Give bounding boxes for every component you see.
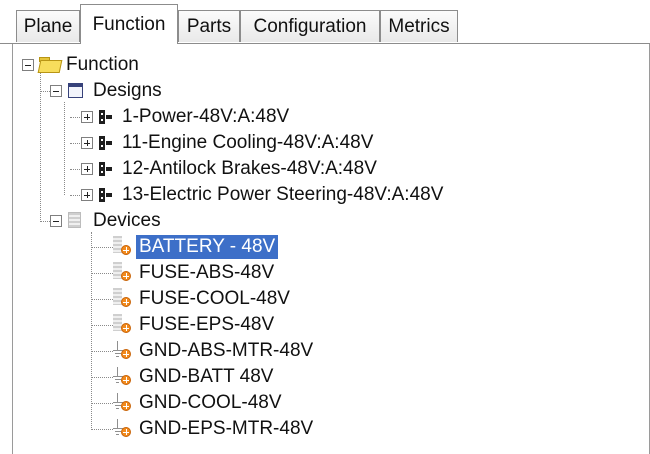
tree-node-design[interactable]: 12-Antilock Brakes-48V:A:48V — [119, 156, 380, 182]
fuse-device-icon — [113, 262, 131, 282]
tree-node-label: FUSE-COOL-48V — [139, 288, 290, 309]
tree-connector — [91, 325, 113, 326]
tree-node-design[interactable]: 1-Power-48V:A:48V — [119, 104, 292, 130]
expand-design-toggle[interactable] — [81, 163, 93, 175]
schematic-icon — [99, 110, 113, 124]
collapse-function-toggle[interactable] — [22, 59, 34, 71]
designs-icon — [68, 83, 83, 98]
ground-device-icon — [113, 366, 131, 386]
tree-node-function[interactable]: Function — [63, 52, 142, 78]
devices-icon — [68, 212, 81, 228]
tree-node-label: GND-ABS-MTR-48V — [139, 340, 314, 361]
tree-node-label: Designs — [93, 80, 162, 101]
tree-connector — [40, 72, 41, 222]
collapse-devices-toggle[interactable] — [50, 215, 62, 227]
collapse-designs-toggle[interactable] — [50, 85, 62, 97]
ground-device-icon — [113, 418, 131, 438]
tab-metrics[interactable]: Metrics — [380, 10, 458, 42]
ground-device-icon — [113, 340, 131, 360]
tree-connector — [64, 102, 65, 195]
tree-node-label: FUSE-EPS-48V — [139, 314, 275, 335]
tree-node-design[interactable]: 11-Engine Cooling-48V:A:48V — [119, 130, 376, 156]
tree-node-device[interactable]: GND-COOL-48V — [136, 390, 285, 416]
tree-node-label: Devices — [93, 210, 161, 231]
tree-connector — [91, 429, 113, 430]
tree-node-label: Function — [66, 54, 139, 75]
tree-node-device[interactable]: FUSE-ABS-48V — [136, 260, 277, 286]
tree-node-label: 11-Engine Cooling-48V:A:48V — [122, 132, 374, 153]
tab-function[interactable]: Function — [80, 4, 178, 44]
function-tree-panel: Function Designs 1-Power-48V:A:48V 11-En… — [12, 44, 650, 454]
tree-node-designs[interactable]: Designs — [90, 78, 165, 104]
tree-connector — [91, 247, 113, 248]
tree-node-device[interactable]: FUSE-COOL-48V — [136, 286, 293, 312]
tree-node-device[interactable]: FUSE-EPS-48V — [136, 312, 277, 338]
tab-plane[interactable]: Plane — [16, 10, 80, 42]
tree-connector — [91, 232, 92, 430]
schematic-icon — [99, 188, 113, 202]
folder-icon — [37, 57, 63, 73]
tree-node-label: GND-BATT 48V — [139, 366, 274, 387]
tree-connector — [91, 351, 113, 352]
expand-design-toggle[interactable] — [81, 189, 93, 201]
tree-node-label: 1-Power-48V:A:48V — [122, 106, 290, 127]
tree-node-label: 12-Antilock Brakes-48V:A:48V — [122, 158, 377, 179]
tree-node-design[interactable]: 13-Electric Power Steering-48V:A:48V — [119, 182, 446, 208]
tab-configuration[interactable]: Configuration — [240, 10, 380, 42]
tree-node-device[interactable]: GND-ABS-MTR-48V — [136, 338, 316, 364]
tree-node-device[interactable]: GND-EPS-MTR-48V — [136, 416, 316, 442]
tree-node-label: GND-EPS-MTR-48V — [139, 418, 314, 439]
tab-parts[interactable]: Parts — [178, 10, 240, 42]
tree-connector — [91, 299, 113, 300]
ground-device-icon — [113, 392, 131, 412]
schematic-icon — [99, 162, 113, 176]
expand-design-toggle[interactable] — [81, 137, 93, 149]
tab-bar: Plane Function Parts Configuration Metri… — [0, 0, 650, 44]
tree-connector — [91, 377, 113, 378]
tree-node-device[interactable]: BATTERY - 48V — [136, 234, 279, 260]
expand-design-toggle[interactable] — [81, 111, 93, 123]
tree-connector — [91, 403, 113, 404]
tree-node-label: GND-COOL-48V — [139, 392, 282, 413]
tree-node-devices[interactable]: Devices — [90, 208, 164, 234]
fuse-device-icon — [113, 236, 131, 256]
tree-node-device[interactable]: GND-BATT 48V — [136, 364, 276, 390]
tree-connector — [91, 273, 113, 274]
tree-node-label: 13-Electric Power Steering-48V:A:48V — [122, 184, 444, 205]
fuse-device-icon — [113, 288, 131, 308]
tree-node-label: FUSE-ABS-48V — [139, 262, 275, 283]
fuse-device-icon — [113, 314, 131, 334]
schematic-icon — [99, 136, 113, 150]
tree-node-label-selected: BATTERY - 48V — [136, 235, 279, 259]
